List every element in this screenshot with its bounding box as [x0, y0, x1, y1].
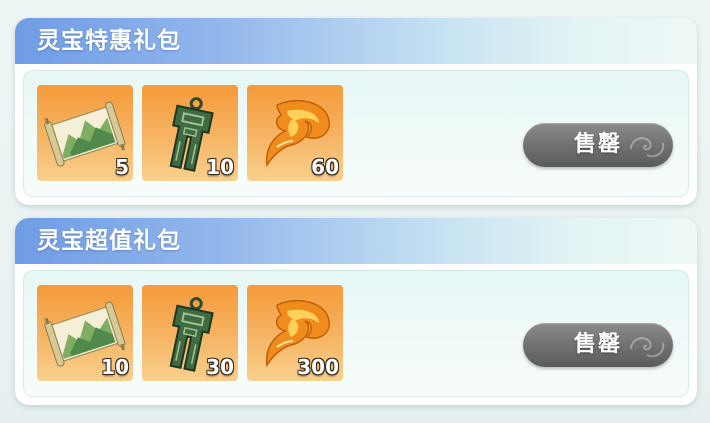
pack-title: 灵宝超值礼包 — [37, 228, 181, 254]
gift-pack-card: 灵宝超值礼包 10 30 300 售罄 — [15, 218, 697, 405]
reward-item-flame-feather[interactable]: 60 — [247, 85, 343, 181]
reward-item-jade-token[interactable]: 10 — [142, 85, 238, 181]
pack-items-panel: 10 30 300 售罄 — [23, 270, 689, 397]
sold-out-label: 售罄 — [573, 332, 622, 357]
item-quantity: 60 — [311, 155, 339, 179]
sold-out-label: 售罄 — [573, 132, 622, 157]
reward-item-flame-feather[interactable]: 300 — [247, 285, 343, 381]
cloud-swirl-icon — [630, 337, 665, 358]
reward-item-jade-token[interactable]: 30 — [142, 285, 238, 381]
gift-pack-card: 灵宝特惠礼包 5 10 60 售罄 — [15, 18, 697, 205]
item-quantity: 10 — [101, 355, 129, 379]
pack-header: 灵宝特惠礼包 — [15, 18, 697, 64]
reward-item-scroll[interactable]: 5 — [37, 85, 133, 181]
pack-items-panel: 5 10 60 售罄 — [23, 70, 689, 197]
pack-title: 灵宝特惠礼包 — [37, 28, 181, 54]
sold-out-button[interactable]: 售罄 — [523, 323, 673, 367]
item-quantity: 30 — [206, 355, 234, 379]
reward-item-scroll[interactable]: 10 — [37, 285, 133, 381]
item-quantity: 5 — [115, 155, 129, 179]
sold-out-button[interactable]: 售罄 — [523, 123, 673, 167]
item-quantity: 10 — [206, 155, 234, 179]
cloud-swirl-icon — [630, 137, 665, 158]
pack-header: 灵宝超值礼包 — [15, 218, 697, 264]
item-quantity: 300 — [297, 355, 339, 379]
